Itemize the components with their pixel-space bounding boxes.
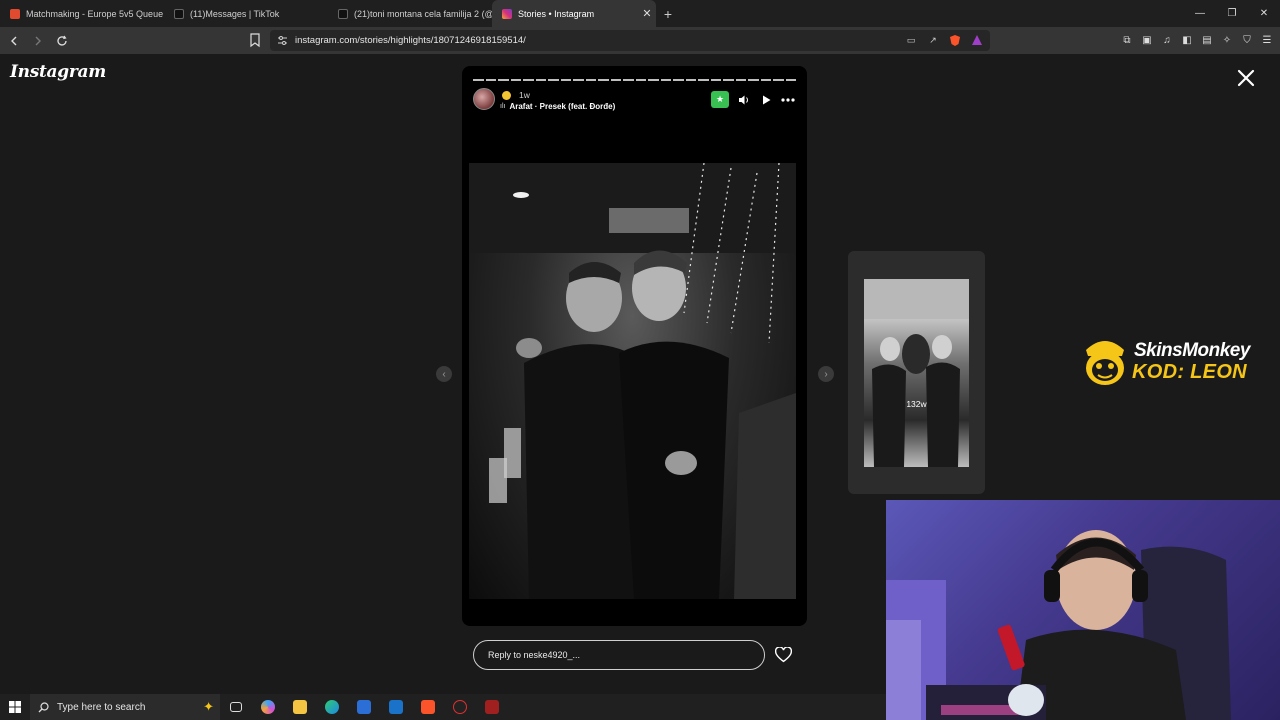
tab-instagram-stories[interactable]: Stories • Instagram ✕ [492, 0, 656, 27]
share-icon[interactable]: ↗ [926, 33, 940, 47]
tab-title: Stories • Instagram [518, 8, 595, 19]
store-icon[interactable] [348, 694, 380, 720]
leo-ai-icon[interactable]: ✧ [1220, 31, 1234, 49]
story-progress-bar [473, 79, 796, 81]
taskbar-search-input[interactable]: Type here to search ✦ [30, 694, 220, 720]
back-icon[interactable] [4, 31, 24, 51]
vpn-icon[interactable]: ⛉ [1240, 31, 1254, 49]
windows-taskbar: Type here to search ✦ [0, 694, 886, 720]
story-viewer: 1w ılı Arafat · Presek (feat. Đorđe) ★ [462, 66, 807, 626]
cast-icon[interactable]: ▭ [904, 33, 918, 47]
play-icon[interactable] [759, 93, 773, 107]
emoji-icon [502, 90, 511, 100]
browser-tab-strip: Matchmaking - Europe 5v5 Queue - F (11)M… [0, 0, 1280, 27]
restore-icon[interactable]: ❐ [1216, 0, 1248, 27]
reply-placeholder: Reply to neske4920_... [488, 650, 581, 660]
sponsor-brand: SkinsMonkey [1134, 340, 1250, 361]
music-bars-icon: ılı [500, 103, 506, 110]
close-friends-star-icon: ★ [711, 91, 729, 108]
preview-time: 132w [906, 399, 927, 409]
reload-icon[interactable] [52, 31, 72, 51]
instagram-logo[interactable]: Instagram [10, 62, 106, 82]
music-label: Arafat · Presek (feat. Đorđe) [509, 102, 616, 111]
windows-start-icon[interactable] [0, 694, 30, 720]
webcam-overlay [886, 500, 1280, 720]
next-story-button[interactable]: › [818, 366, 834, 382]
wallet-icon[interactable]: ▤ [1200, 31, 1214, 49]
tab-tiktok-video[interactable]: (21)toni montana cela familija 2 (@to [328, 0, 492, 27]
story-time: 1w [519, 90, 530, 100]
search-highlight-icon: ✦ [203, 699, 214, 714]
address-bar[interactable]: instagram.com/stories/highlights/1807124… [270, 30, 990, 51]
menu-icon[interactable]: ☰ [1260, 31, 1274, 49]
close-story-icon[interactable] [1234, 66, 1258, 90]
sidebar-icon[interactable]: ◧ [1180, 31, 1194, 49]
tab-title: (21)toni montana cela familija 2 (@to [354, 8, 492, 19]
task-view-icon[interactable] [220, 694, 252, 720]
file-explorer-icon[interactable] [284, 694, 316, 720]
app-icon[interactable] [476, 694, 508, 720]
brave-shields-icon[interactable] [948, 33, 962, 47]
sponsor-overlay: SkinsMonkey KOD: LEON [1076, 332, 1276, 392]
tab-title: Matchmaking - Europe 5v5 Queue - F [26, 8, 164, 19]
brave-icon[interactable] [412, 694, 444, 720]
close-tab-icon[interactable]: ✕ [638, 7, 656, 20]
outlook-icon[interactable] [380, 694, 412, 720]
story-music[interactable]: ılı Arafat · Presek (feat. Đorđe) [500, 102, 615, 111]
instagram-favicon-icon [502, 8, 512, 19]
site-settings-icon[interactable] [277, 35, 288, 46]
faceit-icon[interactable] [444, 694, 476, 720]
new-tab-button[interactable]: + [656, 6, 680, 22]
like-heart-icon[interactable] [775, 647, 792, 663]
search-icon [38, 701, 49, 712]
url-text: instagram.com/stories/highlights/1807124… [295, 35, 526, 46]
tab-tiktok-messages[interactable]: (11)Messages | TikTok [164, 0, 328, 27]
next-story-preview[interactable]: 132w [848, 251, 985, 494]
tab-matchmaking[interactable]: Matchmaking - Europe 5v5 Queue - F [0, 0, 164, 27]
window-close-icon[interactable]: ✕ [1248, 0, 1280, 27]
monkey-logo-icon [1086, 341, 1124, 385]
brave-rewards-icon[interactable] [970, 33, 984, 47]
tiktok-favicon-icon [338, 8, 348, 19]
forward-icon[interactable] [28, 31, 48, 51]
copilot-icon[interactable] [252, 694, 284, 720]
more-options-icon[interactable] [781, 93, 795, 107]
preview-thumbnail [864, 279, 969, 467]
browser-toolbar: instagram.com/stories/highlights/1807124… [0, 27, 1280, 54]
bookmark-icon[interactable] [247, 31, 263, 49]
tiktok-favicon-icon [174, 8, 184, 19]
faceit-favicon-icon [10, 8, 20, 19]
story-photo[interactable] [469, 163, 796, 599]
window-controls: — ❐ ✕ [1184, 0, 1280, 27]
media-icon[interactable]: ♫ [1160, 31, 1174, 49]
tab-title: (11)Messages | TikTok [190, 8, 280, 19]
edge-icon[interactable] [316, 694, 348, 720]
avatar[interactable] [473, 88, 495, 110]
reply-input[interactable]: Reply to neske4920_... [473, 640, 765, 670]
search-placeholder: Type here to search [57, 701, 146, 713]
volume-icon[interactable] [737, 93, 751, 107]
wallet-panel-icon[interactable]: ▣ [1140, 31, 1154, 49]
extensions-icon[interactable]: ⧉ [1120, 31, 1134, 49]
minimize-icon[interactable]: — [1184, 0, 1216, 27]
sponsor-code: KOD: LEON [1132, 361, 1247, 383]
previous-story-button[interactable]: ‹ [436, 366, 452, 382]
